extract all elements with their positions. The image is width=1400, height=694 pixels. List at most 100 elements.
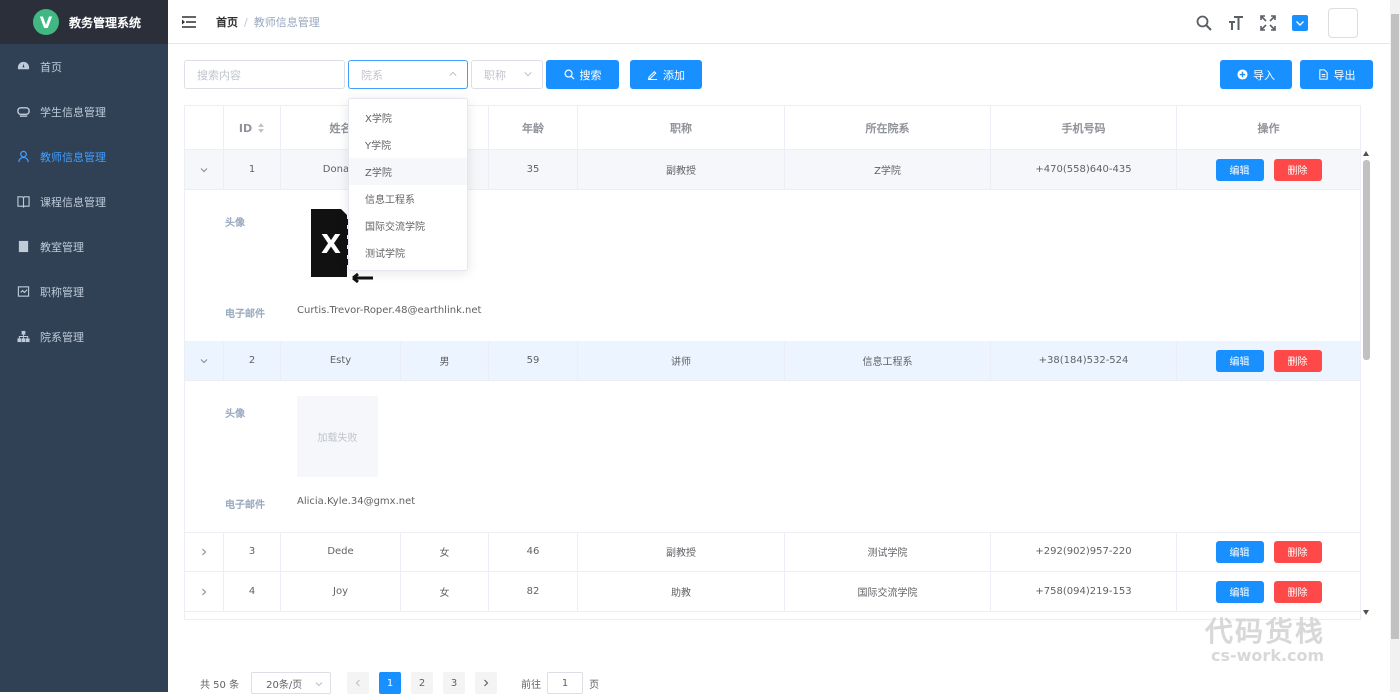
search-icon[interactable] [1194, 13, 1214, 33]
table-row[interactable]: 2 Esty 男 59 讲师 信息工程系 +38(184)532-524 编辑 … [185, 341, 1360, 381]
cell-title: 副教授 [578, 150, 785, 189]
collapse-icon[interactable] [185, 341, 224, 380]
cell-phone: +470(558)640-435 [991, 150, 1177, 189]
page-scrollbar[interactable] [1390, 0, 1400, 692]
cell-name: Esty [281, 341, 401, 380]
title-icon [16, 285, 30, 299]
prev-page-button[interactable] [347, 672, 370, 694]
sidebar-item-classrooms[interactable]: 教室管理 [0, 224, 168, 269]
pagination: 共 50 条 20条/页 1 2 3 前往 1 页 [200, 672, 599, 694]
dropdown-option[interactable]: 国际交流学院 [349, 212, 467, 239]
email-value: Curtis.Trevor-Roper.48@earthlink.net [297, 305, 482, 316]
id-header-label: ID [238, 121, 253, 135]
sidebar-item-label: 学生信息管理 [40, 105, 106, 119]
breadcrumb: 首页 / 教师信息管理 [216, 14, 320, 30]
collapse-icon[interactable] [185, 150, 224, 189]
department-placeholder: 院系 [361, 68, 383, 82]
edit-button[interactable]: 编辑 [1215, 158, 1264, 181]
delete-button[interactable]: 删除 [1273, 349, 1322, 372]
app-logo[interactable]: V 教务管理系统 [0, 0, 168, 44]
edit-button[interactable]: 编辑 [1215, 540, 1264, 563]
sidebar-item-courses[interactable]: 课程信息管理 [0, 179, 168, 224]
cell-age: 59 [489, 341, 578, 380]
document-icon [1318, 69, 1328, 80]
cell-actions: 编辑 删除 [1177, 150, 1360, 189]
sidebar-item-students[interactable]: 学生信息管理 [0, 89, 168, 134]
table-scroll-thumb[interactable] [1363, 160, 1370, 360]
expand-column-header [185, 106, 224, 150]
expand-icon[interactable] [185, 572, 224, 611]
title-placeholder: 职称 [484, 68, 506, 82]
goto-prefix: 前往 [521, 679, 542, 691]
dropdown-option[interactable]: 信息工程系 [349, 185, 467, 212]
top-navbar: 首页 / 教师信息管理 [168, 0, 1390, 44]
edit-button[interactable]: 编辑 [1215, 580, 1264, 603]
size-select-icon[interactable] [1290, 13, 1310, 33]
hamburger-icon[interactable] [182, 15, 196, 28]
table-row[interactable]: 3 Dede 女 46 副教授 测试学院 +292(902)957-220 编辑… [185, 532, 1360, 572]
title-select[interactable]: 职称 [471, 60, 543, 89]
search-icon [564, 69, 575, 80]
goto-page-input[interactable]: 1 [547, 672, 584, 694]
cell-title: 助教 [578, 572, 785, 611]
scroll-down-icon[interactable] [1363, 610, 1369, 615]
cell-department: 国际交流学院 [785, 572, 991, 611]
search-button[interactable]: 搜索 [546, 60, 619, 89]
sidebar-item-label: 职称管理 [40, 285, 84, 299]
dropdown-option[interactable]: Y学院 [349, 131, 467, 158]
search-input[interactable]: 搜索内容 [184, 60, 345, 89]
goto-suffix: 页 [589, 679, 600, 691]
cell-phone: +758(094)219-153 [991, 572, 1177, 611]
page-button-3[interactable]: 3 [443, 672, 466, 694]
cell-title: 讲师 [578, 341, 785, 380]
expand-icon[interactable] [185, 532, 224, 571]
scroll-up-icon[interactable] [1363, 151, 1369, 156]
expanded-row-detail: 头像 加载失败 电子邮件 Alicia.Kyle.34@gmx.net [185, 381, 1360, 533]
sidebar-item-teachers[interactable]: 教师信息管理 [0, 134, 168, 179]
sidebar-item-titles[interactable]: 职称管理 [0, 269, 168, 314]
delete-button[interactable]: 删除 [1273, 540, 1322, 563]
import-button-label: 导入 [1253, 68, 1275, 82]
cell-gender: 男 [401, 341, 489, 380]
font-size-icon[interactable] [1226, 13, 1246, 33]
chevron-up-icon [449, 71, 457, 76]
breadcrumb-home[interactable]: 首页 [216, 16, 238, 29]
fullscreen-icon[interactable] [1258, 13, 1278, 33]
sidebar-item-label: 院系管理 [40, 330, 84, 344]
sidebar-item-home[interactable]: 首页 [0, 44, 168, 89]
avatar-label: 头像 [225, 409, 245, 420]
email-value: Alicia.Kyle.34@gmx.net [297, 496, 416, 507]
search-placeholder: 搜索内容 [197, 68, 241, 82]
column-header-actions: 操作 [1177, 106, 1360, 150]
column-header-id[interactable]: ID [224, 106, 281, 150]
next-page-button[interactable] [475, 672, 498, 694]
sort-icon[interactable] [257, 123, 265, 133]
table-row[interactable]: 4 Joy 女 82 助教 国际交流学院 +758(094)219-153 编辑… [185, 572, 1360, 612]
pagination-total: 共 50 条 [200, 679, 240, 691]
dropdown-option[interactable]: Z学院 [349, 158, 467, 185]
page-button-2[interactable]: 2 [411, 672, 434, 694]
page-button-1[interactable]: 1 [379, 672, 402, 694]
page-scroll-thumb[interactable] [1391, 14, 1399, 639]
cell-id: 2 [224, 341, 281, 380]
cell-actions: 编辑 删除 [1177, 532, 1360, 571]
edit-button[interactable]: 编辑 [1215, 349, 1264, 372]
user-avatar[interactable] [1328, 8, 1358, 38]
column-header-title: 职称 [578, 106, 785, 150]
student-icon [16, 105, 30, 119]
table-scrollbar[interactable] [1361, 149, 1371, 620]
department-select[interactable]: 院系 [348, 60, 468, 89]
avatar-image-error: 加载失败 [297, 396, 378, 477]
export-button[interactable]: 导出 [1300, 60, 1373, 89]
dropdown-option[interactable]: 测试学院 [349, 239, 467, 266]
cell-gender: 女 [401, 532, 489, 571]
sidebar-item-departments[interactable]: 院系管理 [0, 314, 168, 359]
breadcrumb-current: 教师信息管理 [253, 15, 320, 29]
dropdown-option[interactable]: X学院 [349, 104, 467, 131]
user-icon [16, 150, 30, 164]
delete-button[interactable]: 删除 [1273, 580, 1322, 603]
import-button[interactable]: 导入 [1220, 60, 1292, 89]
add-button[interactable]: 添加 [630, 60, 702, 89]
page-size-select[interactable]: 20条/页 [251, 672, 332, 694]
delete-button[interactable]: 删除 [1273, 158, 1322, 181]
